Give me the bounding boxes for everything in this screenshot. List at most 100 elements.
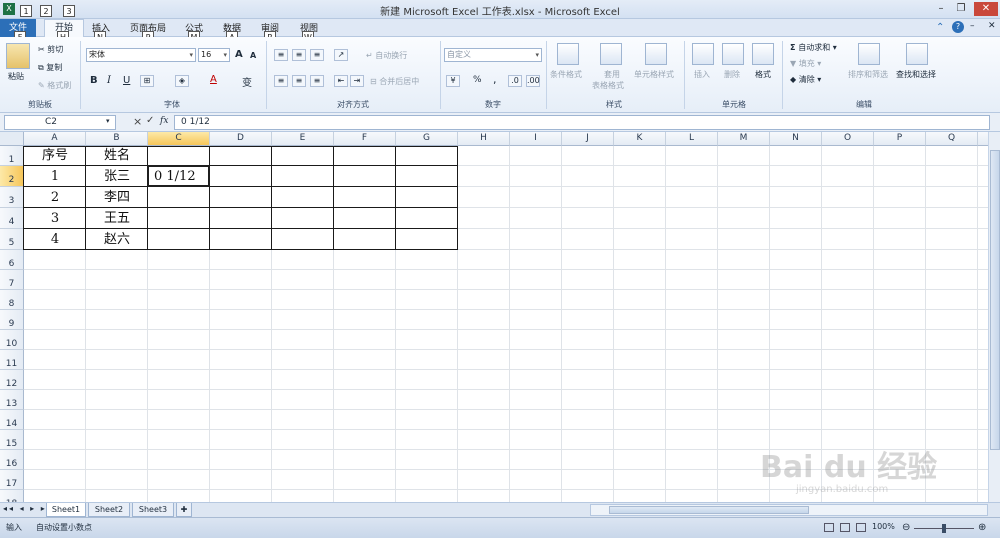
column-header-m[interactable]: M bbox=[718, 132, 770, 146]
sheet-tab-sheet1[interactable]: Sheet1 bbox=[46, 503, 86, 517]
row-header-2[interactable]: 2 bbox=[0, 166, 24, 187]
orientation-icon[interactable]: ↗ bbox=[334, 49, 348, 61]
column-header-j[interactable]: J bbox=[562, 132, 614, 146]
column-header-b[interactable]: B bbox=[86, 132, 148, 146]
row-header-11[interactable]: 11 bbox=[0, 350, 24, 370]
row-header-12[interactable]: 12 bbox=[0, 370, 24, 390]
insert-cells-button[interactable]: 插入 bbox=[694, 69, 710, 80]
column-header-g[interactable]: G bbox=[396, 132, 458, 146]
fill-color-icon[interactable]: ◈ bbox=[175, 75, 189, 87]
minimize-icon[interactable]: – bbox=[932, 2, 950, 16]
cell-b5[interactable]: 赵六 bbox=[86, 229, 148, 250]
increase-indent-icon[interactable]: ⇥ bbox=[350, 75, 364, 87]
column-header-h[interactable]: H bbox=[458, 132, 510, 146]
column-header-k[interactable]: K bbox=[614, 132, 666, 146]
row-header-1[interactable]: 1 bbox=[0, 146, 24, 166]
vertical-scrollbar[interactable] bbox=[988, 132, 1000, 502]
column-header-p[interactable]: P bbox=[874, 132, 926, 146]
insert-function-icon[interactable]: fx bbox=[160, 116, 168, 126]
enter-icon[interactable]: ✓ bbox=[146, 115, 154, 126]
cell-a4[interactable]: 3 bbox=[24, 208, 86, 229]
normal-view-icon[interactable] bbox=[824, 523, 834, 532]
bold-button[interactable]: B bbox=[90, 75, 98, 86]
zoom-out-icon[interactable]: ⊖ bbox=[902, 522, 910, 533]
align-top-icon[interactable]: ≡ bbox=[274, 49, 288, 61]
conditional-format-icon[interactable] bbox=[557, 43, 579, 65]
paste-button[interactable]: 粘贴 bbox=[8, 71, 24, 82]
zoom-in-icon[interactable]: ⊕ bbox=[978, 522, 986, 533]
zoom-level[interactable]: 100% bbox=[872, 522, 895, 531]
merge-center-button[interactable]: ⊟ 合并后居中 bbox=[370, 76, 419, 87]
cell-styles-icon[interactable] bbox=[645, 43, 667, 65]
cell-b3[interactable]: 李四 bbox=[86, 187, 148, 208]
doc-close-icon[interactable]: ✕ bbox=[988, 21, 996, 31]
align-center-icon[interactable]: ≡ bbox=[292, 75, 306, 87]
column-header-o[interactable]: O bbox=[822, 132, 874, 146]
row-header-6[interactable]: 6 bbox=[0, 250, 24, 270]
table-format-button-1[interactable]: 套用 bbox=[604, 69, 620, 80]
format-cells-button[interactable]: 格式 bbox=[755, 69, 771, 80]
name-box[interactable]: C2 bbox=[4, 115, 116, 130]
column-header-c[interactable]: C bbox=[148, 132, 210, 146]
grow-font-button[interactable]: A bbox=[235, 49, 243, 60]
autosum-button[interactable]: Σ 自动求和 ▾ bbox=[790, 42, 837, 53]
page-layout-view-icon[interactable] bbox=[840, 523, 850, 532]
cell-a1[interactable]: 序号 bbox=[24, 146, 86, 166]
help-icon[interactable]: ? bbox=[952, 21, 964, 33]
find-select-button[interactable]: 查找和选择 bbox=[896, 69, 936, 80]
column-header-d[interactable]: D bbox=[210, 132, 272, 146]
cancel-icon[interactable]: × bbox=[133, 115, 142, 128]
delete-cells-button[interactable]: 删除 bbox=[724, 69, 740, 80]
sheet-tab-sheet2[interactable]: Sheet2 bbox=[88, 503, 130, 517]
copy-button[interactable]: ⧉ 复制 bbox=[38, 62, 62, 73]
decrease-decimal-icon[interactable]: .00 bbox=[526, 75, 540, 87]
zoom-slider-thumb[interactable] bbox=[942, 524, 946, 533]
sort-filter-button[interactable]: 排序和筛选 bbox=[848, 69, 888, 80]
row-header-17[interactable]: 17 bbox=[0, 470, 24, 490]
horizontal-scroll-thumb[interactable] bbox=[609, 506, 809, 514]
row-header-10[interactable]: 10 bbox=[0, 330, 24, 350]
align-right-icon[interactable]: ≡ bbox=[310, 75, 324, 87]
column-header-q[interactable]: Q bbox=[926, 132, 978, 146]
row-header-15[interactable]: 15 bbox=[0, 430, 24, 450]
column-header-n[interactable]: N bbox=[770, 132, 822, 146]
align-left-icon[interactable]: ≡ bbox=[274, 75, 288, 87]
row-header-14[interactable]: 14 bbox=[0, 410, 24, 430]
vertical-scroll-thumb[interactable] bbox=[990, 150, 1000, 450]
row-header-16[interactable]: 16 bbox=[0, 450, 24, 470]
worksheet-grid[interactable]: ABCDEFGHIJKLMNOPQR 123456789101112131415… bbox=[0, 132, 1000, 502]
insert-cells-icon[interactable] bbox=[692, 43, 714, 65]
font-name-combo[interactable]: 宋体 ▾ bbox=[86, 48, 196, 62]
row-header-5[interactable]: 5 bbox=[0, 229, 24, 250]
font-color-button[interactable]: A bbox=[210, 74, 217, 85]
cell-b2[interactable]: 张三 bbox=[86, 166, 148, 187]
active-cell-cursor[interactable] bbox=[147, 165, 210, 187]
column-header-e[interactable]: E bbox=[272, 132, 334, 146]
shrink-font-button[interactable]: A bbox=[250, 51, 256, 60]
currency-icon[interactable]: ¥ bbox=[446, 75, 460, 87]
row-header-9[interactable]: 9 bbox=[0, 310, 24, 330]
font-size-combo[interactable]: 16 ▾ bbox=[198, 48, 230, 62]
row-header-8[interactable]: 8 bbox=[0, 290, 24, 310]
wrap-text-button[interactable]: ↵ 自动换行 bbox=[366, 50, 407, 61]
close-icon[interactable]: ✕ bbox=[974, 2, 998, 16]
row-header-13[interactable]: 13 bbox=[0, 390, 24, 410]
cell-a3[interactable]: 2 bbox=[24, 187, 86, 208]
row-header-3[interactable]: 3 bbox=[0, 187, 24, 208]
cell-a2[interactable]: 1 bbox=[24, 166, 86, 187]
column-header-l[interactable]: L bbox=[666, 132, 718, 146]
sheet-tab-sheet3[interactable]: Sheet3 bbox=[132, 503, 174, 517]
table-format-icon[interactable] bbox=[600, 43, 622, 65]
underline-button[interactable]: U bbox=[123, 75, 130, 86]
decrease-indent-icon[interactable]: ⇤ bbox=[334, 75, 348, 87]
table-format-button-2[interactable]: 表格格式 bbox=[592, 80, 624, 91]
column-header-a[interactable]: A bbox=[24, 132, 86, 146]
column-header-f[interactable]: F bbox=[334, 132, 396, 146]
doc-minimize-icon[interactable]: – bbox=[970, 21, 975, 31]
new-sheet-icon[interactable]: ✚ bbox=[176, 503, 192, 517]
horizontal-scrollbar[interactable] bbox=[590, 504, 988, 516]
comma-button[interactable]: , bbox=[493, 73, 497, 86]
row-header-18[interactable]: 18 bbox=[0, 490, 24, 502]
cut-button[interactable]: ✂ 剪切 bbox=[38, 44, 63, 55]
formula-input[interactable]: 0 1/12 bbox=[174, 115, 990, 130]
